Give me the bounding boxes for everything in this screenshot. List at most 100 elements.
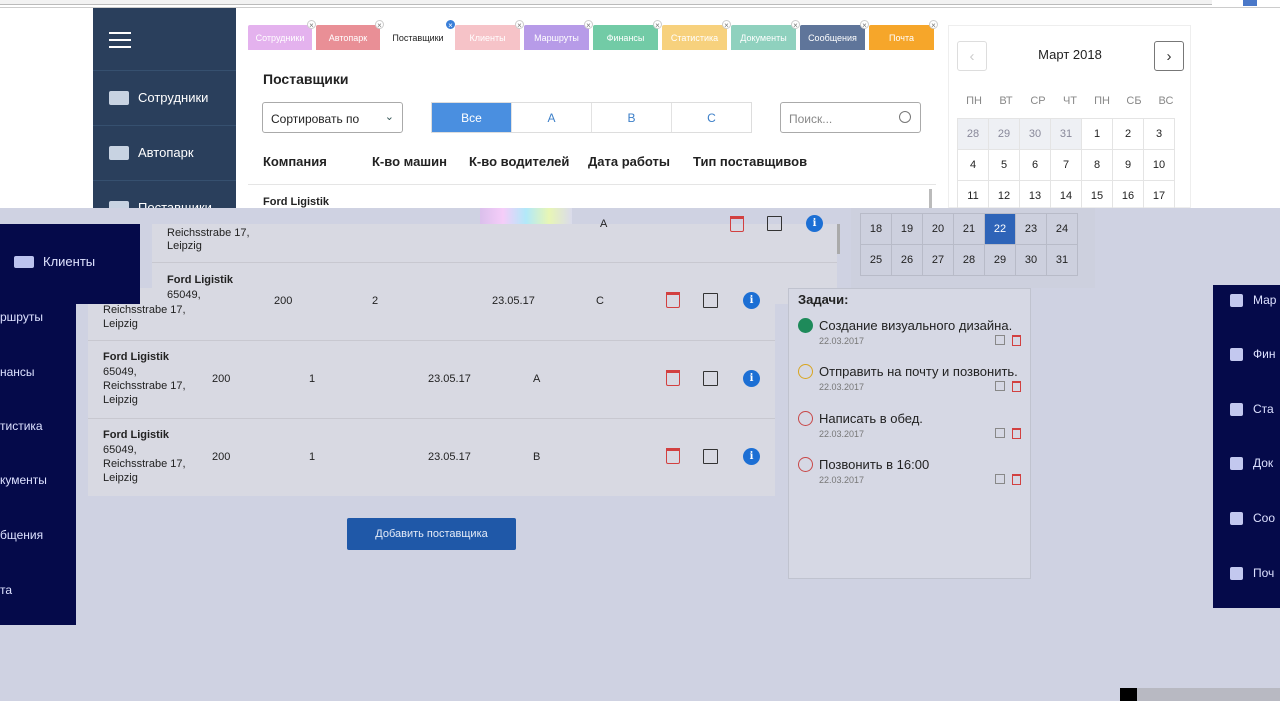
calendar-day[interactable]: 19 (891, 213, 923, 245)
filter-all[interactable]: Все (432, 103, 512, 132)
edit-icon[interactable] (703, 449, 718, 464)
tab-documents[interactable]: Документы × (731, 20, 800, 50)
calendar-day[interactable]: 8 (1081, 149, 1113, 181)
edit-icon[interactable] (703, 371, 718, 386)
tab-routes[interactable]: Маршруты × (524, 20, 593, 50)
close-icon[interactable]: × (307, 20, 316, 30)
close-icon[interactable]: × (860, 20, 869, 30)
check-circle-icon[interactable] (798, 318, 813, 333)
open-circle-icon[interactable] (798, 457, 813, 472)
column-header-date[interactable]: Дата работы (588, 154, 670, 169)
open-circle-icon[interactable] (798, 411, 813, 426)
tab-fleet[interactable]: Автопарк × (316, 20, 384, 50)
edit-icon[interactable] (995, 428, 1005, 438)
delete-icon[interactable] (666, 292, 680, 308)
close-icon[interactable]: × (722, 20, 731, 30)
calendar-day[interactable]: 3 (1143, 118, 1175, 150)
calendar-day[interactable]: 29 (988, 118, 1020, 150)
calendar-day[interactable]: 31 (1050, 118, 1082, 150)
sidebar-item-documents[interactable]: кументы (0, 473, 47, 487)
close-icon[interactable]: × (653, 20, 662, 30)
calendar-day[interactable]: 4 (957, 149, 989, 181)
close-icon[interactable]: × (515, 20, 524, 30)
tab-suppliers[interactable]: Поставщики × (385, 20, 455, 50)
pending-circle-icon[interactable] (798, 364, 813, 379)
info-icon[interactable]: i (743, 370, 760, 387)
calendar-day[interactable]: 2 (1112, 118, 1144, 150)
sidebar-item-employees[interactable]: Сотрудники (93, 70, 236, 124)
calendar-day[interactable]: 28 (957, 118, 989, 150)
delete-icon[interactable] (1012, 335, 1021, 346)
edit-icon[interactable] (767, 216, 782, 231)
calendar-day[interactable]: 20 (922, 213, 954, 245)
info-icon[interactable]: i (743, 292, 760, 309)
tab-finance[interactable]: Финансы × (593, 20, 662, 50)
info-icon[interactable]: i (806, 215, 823, 232)
add-supplier-button[interactable]: Добавить поставщика (347, 518, 516, 550)
edit-icon[interactable] (703, 293, 718, 308)
calendar-day[interactable]: 1 (1081, 118, 1113, 150)
calendar-day[interactable]: 25 (860, 244, 892, 276)
column-header-type[interactable]: Тип поставщивов (693, 154, 807, 169)
close-icon[interactable]: × (446, 20, 455, 30)
delete-icon[interactable] (1012, 381, 1021, 392)
delete-icon[interactable] (666, 448, 680, 464)
scrollbar-horizontal[interactable] (0, 0, 1212, 5)
sidebar-item-routes[interactable]: ршруты (0, 310, 43, 324)
calendar-day[interactable]: 23 (1015, 213, 1047, 245)
calendar-day[interactable]: 10 (1143, 149, 1175, 181)
info-icon[interactable]: i (743, 448, 760, 465)
sidebar-item-routes[interactable]: Мар (1230, 293, 1276, 307)
calendar-day[interactable]: 21 (953, 213, 985, 245)
calendar-day[interactable]: 30 (1019, 118, 1051, 150)
calendar-prev-button[interactable]: ‹ (957, 41, 987, 71)
extension-icon[interactable] (1243, 0, 1257, 6)
search-icon[interactable] (899, 111, 911, 123)
scrollbar-vertical[interactable] (929, 189, 932, 208)
sidebar-item-messages[interactable]: бщения (0, 528, 43, 542)
calendar-day[interactable]: 27 (922, 244, 954, 276)
calendar-next-button[interactable]: › (1154, 41, 1184, 71)
edit-icon[interactable] (995, 381, 1005, 391)
close-icon[interactable]: × (375, 20, 384, 30)
filter-a[interactable]: A (512, 103, 592, 132)
calendar-day[interactable]: 24 (1046, 213, 1078, 245)
sidebar-item-documents[interactable]: Док (1230, 456, 1273, 470)
filter-b[interactable]: B (592, 103, 672, 132)
calendar-day[interactable]: 26 (891, 244, 923, 276)
sidebar-item-messages[interactable]: Соо (1230, 511, 1275, 525)
sidebar-item-statistics[interactable]: тистика (0, 419, 43, 433)
edit-icon[interactable] (995, 335, 1005, 345)
sidebar-item-mail[interactable]: та (0, 583, 12, 597)
calendar-day[interactable]: 31 (1046, 244, 1078, 276)
tab-mail[interactable]: Почта × (869, 20, 938, 50)
close-icon[interactable]: × (584, 20, 593, 30)
calendar-day[interactable]: 28 (953, 244, 985, 276)
scrollbar-vertical[interactable] (837, 224, 840, 254)
tab-clients[interactable]: Клиенты × (455, 20, 524, 50)
sort-select[interactable]: Сортировать по ⌄ (262, 102, 403, 133)
close-icon[interactable]: × (791, 20, 800, 30)
sidebar-item-finance[interactable]: нансы (0, 365, 35, 379)
sidebar-item-finance[interactable]: Фин (1230, 347, 1275, 361)
tab-messages[interactable]: Сообщения × (800, 20, 869, 50)
calendar-day[interactable]: 5 (988, 149, 1020, 181)
search-input[interactable]: Поиск... (780, 102, 921, 133)
calendar-day[interactable]: 18 (860, 213, 892, 245)
delete-icon[interactable] (1012, 474, 1021, 485)
calendar-day-selected[interactable]: 22 (984, 213, 1016, 245)
close-icon[interactable]: × (929, 20, 938, 30)
sidebar-item-fleet[interactable]: Автопарк (93, 125, 236, 179)
filter-c[interactable]: C (672, 103, 751, 132)
tab-statistics[interactable]: Статистика × (662, 20, 731, 50)
calendar-day[interactable]: 7 (1050, 149, 1082, 181)
tab-employees[interactable]: Сотрудники × (248, 20, 316, 50)
column-header-cars[interactable]: К-во машин (372, 154, 447, 169)
menu-icon[interactable] (109, 32, 131, 53)
calendar-day[interactable]: 6 (1019, 149, 1051, 181)
column-header-company[interactable]: Компания (263, 154, 327, 169)
delete-icon[interactable] (1012, 428, 1021, 439)
sidebar-item-mail[interactable]: Поч (1230, 566, 1274, 580)
sidebar-item-statistics[interactable]: Ста (1230, 402, 1274, 416)
edit-icon[interactable] (995, 474, 1005, 484)
